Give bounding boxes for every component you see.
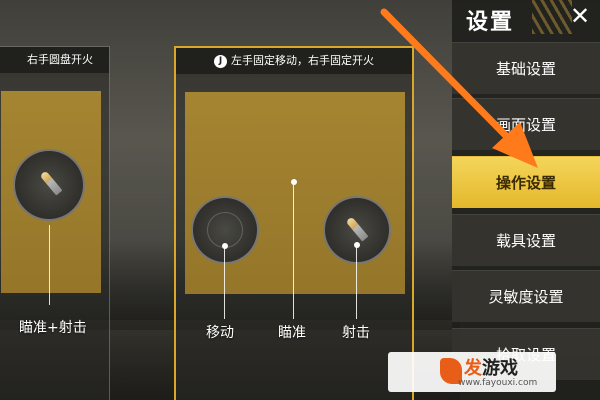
scheme-card-left[interactable]: 右手圆盘开火 瞄准+射击 [0, 46, 110, 400]
menu-item-basic[interactable]: 基础设置 [452, 42, 600, 94]
watermark-name: 发游戏 [464, 358, 518, 379]
scheme-left-preview: 瞄准+射击 [1, 91, 101, 336]
pointer-line [49, 225, 50, 305]
watermark-url: www.fayouxi.com [458, 378, 538, 388]
move-pointer-line [224, 247, 225, 319]
move-dot [222, 243, 228, 249]
aim-pointer-line [293, 185, 294, 319]
settings-panel: 设置 ✕ 基础设置 画面设置 操作设置 载具设置 灵敏度设置 拾取设置 [452, 0, 600, 400]
scheme-card-middle-title: 左手固定移动，右手固定开火 [231, 54, 374, 67]
panel-title: 设置 [466, 10, 515, 35]
scheme-card-middle-header: J 左手固定移动，右手固定开火 [176, 48, 412, 74]
joystick-icon [191, 196, 259, 264]
fire-dot [354, 242, 360, 248]
menu-item-graphics[interactable]: 画面设置 [452, 98, 600, 150]
fire-pointer-line [356, 247, 357, 319]
scheme-card-left-header: 右手圆盘开火 [0, 47, 109, 73]
scheme-badge-icon: J [214, 54, 227, 68]
scheme-middle-preview [185, 92, 405, 319]
menu-item-sensitivity[interactable]: 灵敏度设置 [452, 270, 600, 322]
menu-item-vehicle[interactable]: 载具设置 [452, 214, 600, 266]
control-label-aim: 瞄准 [278, 325, 306, 341]
close-icon[interactable]: ✕ [568, 4, 592, 28]
menu-item-controls[interactable]: 操作设置 [452, 156, 600, 208]
scheme-card-middle[interactable]: J 左手固定移动，右手固定开火 移动 瞄准 射击 [174, 46, 414, 400]
control-label-aim-fire: 瞄准+射击 [19, 320, 87, 336]
control-label-move: 移动 [206, 325, 234, 341]
control-label-fire: 射击 [342, 325, 370, 341]
aim-dot [291, 179, 297, 185]
panel-title-decoration [532, 0, 572, 34]
